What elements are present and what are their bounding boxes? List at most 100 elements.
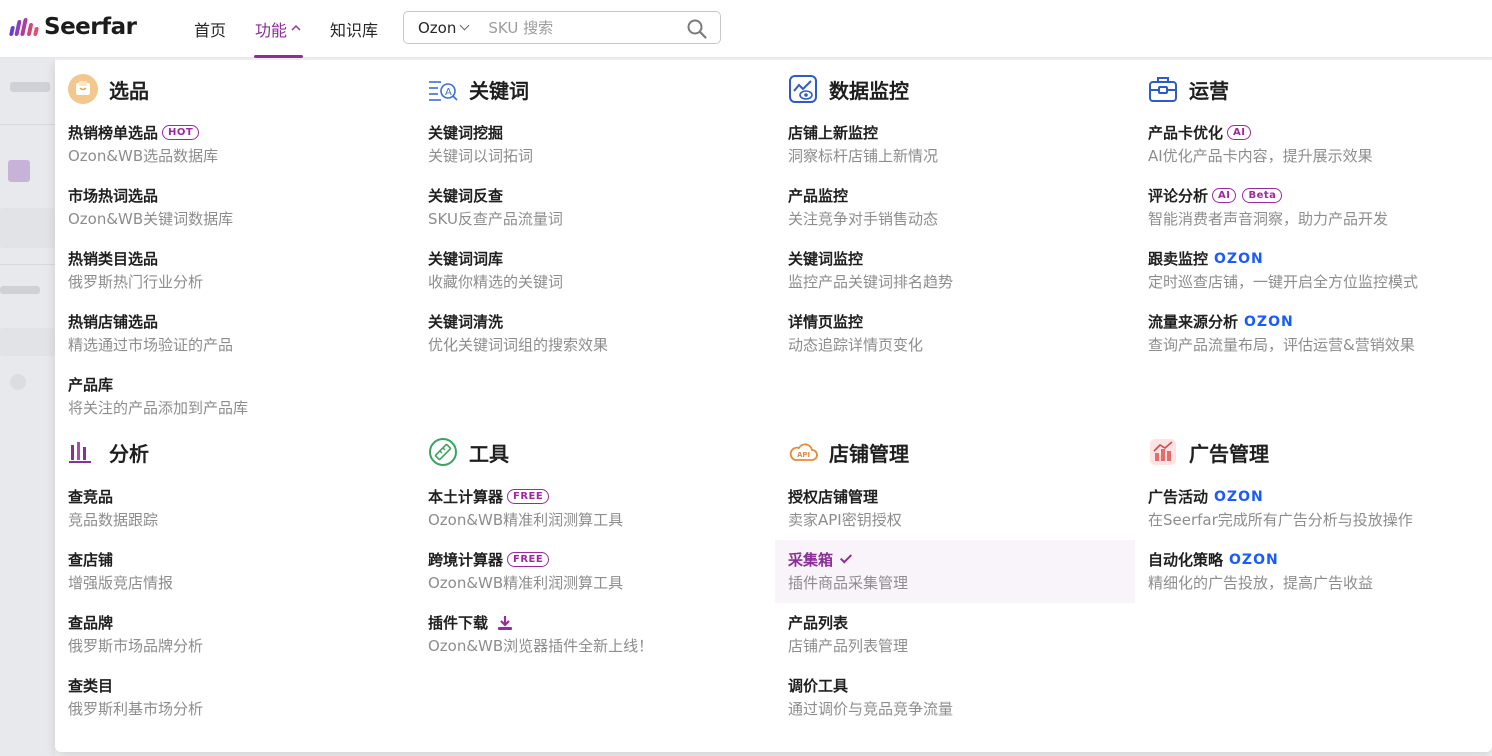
menu-item-desc: Ozon&WB精准利润测算工具 — [428, 574, 624, 592]
menu-item-label: 关键词词库 — [428, 250, 504, 268]
menu-item-label: 市场热词选品 — [68, 187, 159, 205]
chevron-down-icon — [459, 20, 470, 31]
nav-home[interactable]: 首页 — [194, 17, 226, 41]
menu-item-authorized-store-management[interactable]: 授权店铺管理 卖家API密钥授权 — [775, 477, 1135, 540]
menu-item-brand-lookup[interactable]: 查品牌 俄罗斯市场品牌分析 — [55, 603, 415, 666]
menu-item-label: 热销榜单选品 — [68, 124, 159, 142]
hot-badge: HOT — [162, 125, 200, 140]
search-icon[interactable] — [686, 18, 708, 40]
menu-item-store-new-monitor[interactable]: 店铺上新监控 洞察标杆店铺上新情况 — [775, 113, 1135, 176]
menu-item-desc: 插件商品采集管理 — [788, 574, 909, 592]
background-text — [0, 286, 40, 294]
menu-item-label: 调价工具 — [788, 677, 849, 695]
menu-item-label: 热销类目选品 — [68, 250, 159, 268]
menu-item-collection-box[interactable]: 采集箱 插件商品采集管理 — [775, 540, 1135, 603]
ai-badge: AI — [1212, 188, 1237, 203]
background-divider — [0, 264, 55, 265]
menu-item-label: 查类目 — [68, 677, 114, 695]
menu-item-desc: 在Seerfar完成所有广告分析与投放操作 — [1148, 511, 1413, 529]
platform-select[interactable]: Ozon — [404, 19, 470, 37]
menu-item-automation-strategy[interactable]: 自动化策略 OZON 精细化的广告投放，提高广告收益 — [1135, 540, 1492, 603]
menu-item-product-card-optimization[interactable]: 产品卡优化 AI AI优化产品卡内容，提升展示效果 — [1135, 113, 1492, 176]
download-icon — [498, 615, 513, 630]
menu-item-competitor-product[interactable]: 查竞品 竞品数据跟踪 — [55, 477, 415, 540]
menu-item-desc: 俄罗斯利基市场分析 — [68, 700, 204, 718]
menu-item-desc: 优化关键词词组的搜索效果 — [428, 336, 609, 354]
free-badge: FREE — [507, 489, 550, 504]
menu-item-keyword-reverse-lookup[interactable]: 关键词反查 SKU反查产品流量词 — [415, 176, 775, 239]
menu-item-label: 产品库 — [68, 376, 114, 394]
menu-item-review-analysis[interactable]: 评论分析 AI Beta 智能消费者声音洞察，助力产品开发 — [1135, 176, 1492, 239]
ozon-logo: OZON — [1229, 551, 1279, 568]
menu-item-keyword-cleaning[interactable]: 关键词清洗 优化关键词词组的搜索效果 — [415, 302, 775, 365]
sku-search-input[interactable] — [488, 18, 669, 37]
menu-item-competitor-store[interactable]: 查店铺 增强版竞店情报 — [55, 540, 415, 603]
menu-item-crossborder-calculator[interactable]: 跨境计算器 FREE Ozon&WB精准利润测算工具 — [415, 540, 775, 603]
section-tools-title: 工具 — [469, 441, 509, 466]
nav-features-label: 功能 — [255, 21, 288, 40]
menu-item-label: 关键词反查 — [428, 187, 504, 205]
menu-item-desc: 卖家API密钥授权 — [788, 511, 902, 529]
product-box-icon — [67, 73, 99, 105]
section-store-header: API 店铺管理 — [787, 434, 909, 470]
menu-item-keyword-monitor[interactable]: 关键词监控 监控产品关键词排名趋势 — [775, 239, 1135, 302]
menu-item-product-library[interactable]: 产品库 将关注的产品添加到产品库 — [55, 365, 415, 428]
menu-item-repricing-tool[interactable]: 调价工具 通过调价与竞品竞争流量 — [775, 666, 1135, 729]
section-monitoring-header: 数据监控 — [787, 71, 909, 107]
menu-item-hot-store-selection[interactable]: 热销店铺选品 精选通过市场验证的产品 — [55, 302, 415, 365]
menu-item-desc: 查询产品流量布局，评估运营&营销效果 — [1148, 336, 1415, 354]
menu-item-detail-page-monitor[interactable]: 详情页监控 动态追踪详情页变化 — [775, 302, 1135, 365]
ruler-icon — [427, 436, 459, 468]
section-operations-header: 运营 — [1147, 71, 1229, 107]
menu-item-label: 查品牌 — [68, 614, 114, 632]
menu-item-market-hotword-selection[interactable]: 市场热词选品 Ozon&WB关键词数据库 — [55, 176, 415, 239]
menu-item-category-lookup[interactable]: 查类目 俄罗斯利基市场分析 — [55, 666, 415, 729]
seerfar-logo[interactable]: Seerfar — [8, 12, 137, 42]
nav-knowledge-base[interactable]: 知识库 — [330, 17, 378, 41]
section-store-title: 店铺管理 — [829, 441, 909, 466]
menu-item-label: 产品监控 — [788, 187, 849, 205]
menu-item-hot-category-selection[interactable]: 热销类目选品 俄罗斯热门行业分析 — [55, 239, 415, 302]
ad-chart-icon — [1147, 436, 1179, 468]
background-field — [0, 328, 55, 356]
menu-item-plugin-download[interactable]: 插件下载 Ozon&WB浏览器插件全新上线！ — [415, 603, 775, 666]
menu-item-local-calculator[interactable]: 本土计算器 FREE Ozon&WB精准利润测算工具 — [415, 477, 775, 540]
menu-item-ad-campaigns[interactable]: 广告活动 OZON 在Seerfar完成所有广告分析与投放操作 — [1135, 477, 1492, 540]
nav-features[interactable]: 功能 — [255, 17, 302, 41]
menu-item-label: 查竞品 — [68, 488, 114, 506]
menu-item-keyword-library[interactable]: 关键词词库 收藏你精选的关键词 — [415, 239, 775, 302]
toolbox-icon — [1147, 73, 1179, 105]
svg-text:API: API — [797, 451, 810, 459]
menu-item-desc: 将关注的产品添加到产品库 — [68, 399, 249, 417]
menu-item-label: 关键词监控 — [788, 250, 864, 268]
menu-item-label: 关键词挖掘 — [428, 124, 504, 142]
menu-item-label: 广告活动 — [1148, 488, 1209, 506]
section-monitoring-title: 数据监控 — [829, 78, 909, 103]
menu-item-hot-list-selection[interactable]: 热销榜单选品 HOT Ozon&WB选品数据库 — [55, 113, 415, 176]
menu-item-follow-sell-monitor[interactable]: 跟卖监控 OZON 定时巡查店铺，一键开启全方位监控模式 — [1135, 239, 1492, 302]
menu-item-desc: 增强版竞店情报 — [68, 574, 174, 592]
menu-item-desc: 洞察标杆店铺上新情况 — [788, 147, 939, 165]
menu-item-keyword-mining[interactable]: 关键词挖掘 关键词以词拓词 — [415, 113, 775, 176]
menu-item-product-monitor[interactable]: 产品监控 关注竞争对手销售动态 — [775, 176, 1135, 239]
bar-chart-icon — [67, 436, 99, 468]
ozon-logo: OZON — [1214, 488, 1264, 505]
section-ads-header: 广告管理 — [1147, 434, 1269, 470]
menu-item-desc: SKU反查产品流量词 — [428, 210, 563, 228]
logo-bars-icon — [8, 18, 39, 36]
background-page — [0, 58, 55, 756]
features-dropdown-panel: 选品 热销榜单选品 HOT Ozon&WB选品数据库 市场热词选品 Ozon&WB… — [55, 60, 1492, 752]
logo-text: Seerfar — [44, 14, 137, 40]
menu-item-traffic-source-analysis[interactable]: 流量来源分析 OZON 查询产品流量布局，评估运营&营销效果 — [1135, 302, 1492, 365]
menu-item-desc: 俄罗斯热门行业分析 — [68, 273, 204, 291]
section-selection-header: 选品 — [67, 71, 149, 107]
ozon-logo: OZON — [1244, 313, 1294, 330]
menu-item-product-list[interactable]: 产品列表 店铺产品列表管理 — [775, 603, 1135, 666]
menu-item-desc: 定时巡查店铺，一键开启全方位监控模式 — [1148, 273, 1419, 291]
section-analysis-header: 分析 — [67, 434, 149, 470]
nav-active-indicator — [254, 55, 303, 58]
section-operations-title: 运营 — [1189, 78, 1229, 103]
menu-item-desc: 收藏你精选的关键词 — [428, 273, 564, 291]
menu-item-label: 流量来源分析 — [1148, 313, 1239, 331]
checkmark-icon — [840, 551, 853, 564]
